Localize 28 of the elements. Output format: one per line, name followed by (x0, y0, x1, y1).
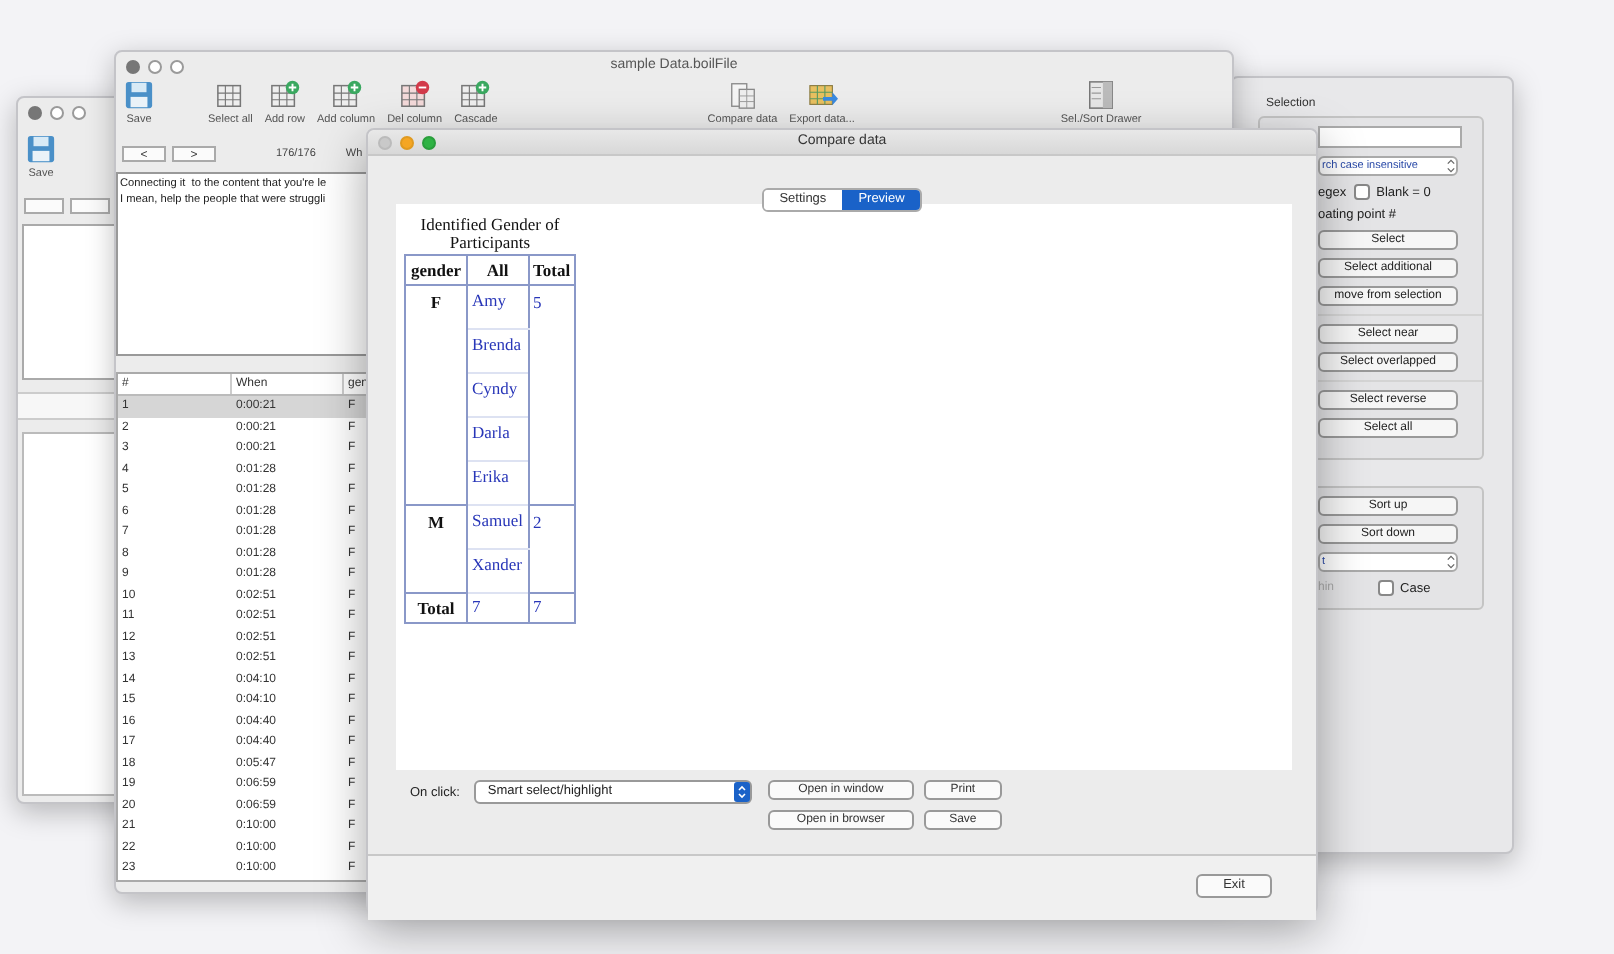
report-title: Identified Gender of Participants (418, 216, 562, 252)
table-cell: 2 (528, 505, 576, 593)
grid-plus-icon (269, 80, 300, 110)
stepper-icon (1446, 554, 1456, 570)
grid-plus-icon (331, 80, 362, 110)
nav-button[interactable] (70, 197, 110, 213)
table-cell: M (405, 505, 467, 593)
grid-minus-icon (399, 80, 430, 110)
search-field[interactable] (1318, 126, 1462, 148)
table-cell: F (405, 285, 467, 505)
stepper-icon (733, 782, 750, 802)
table-cell: 7 (467, 593, 528, 623)
stepper-icon (1446, 158, 1456, 174)
table-cell: Total (405, 593, 467, 623)
table-arrow-icon (807, 80, 838, 110)
table-cell: 7 (528, 593, 576, 623)
column-header: All (467, 255, 528, 285)
text-area[interactable] (22, 224, 116, 380)
name-link[interactable]: Amy (467, 285, 528, 329)
name-link[interactable]: Samuel (467, 505, 528, 549)
grid-icon (215, 80, 246, 110)
nav-button[interactable] (24, 197, 64, 213)
column-header: gender (405, 255, 467, 285)
panel-icon (1086, 80, 1117, 110)
column-header: Total (528, 255, 576, 285)
table-cell: 5 (528, 285, 576, 505)
grid-plus-icon (460, 80, 491, 110)
documents-icon (727, 80, 758, 110)
